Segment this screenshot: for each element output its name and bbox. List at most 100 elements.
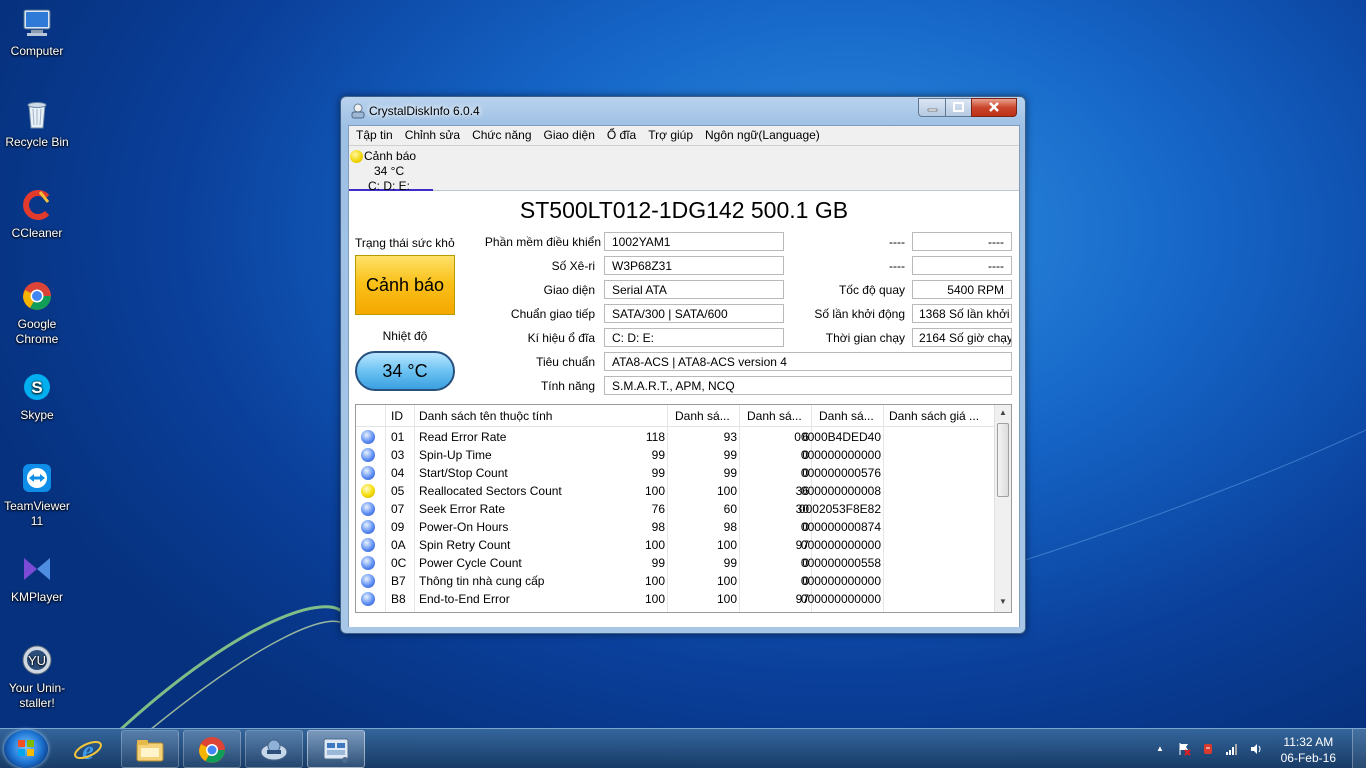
teamviewer-icon: [23, 464, 51, 492]
disk-tab[interactable]: Cảnh báo 34 °C C: D: E:: [349, 146, 433, 193]
scroll-down-icon[interactable]: ▼: [999, 597, 1007, 606]
desktop-icon-label: CCleaner: [11, 226, 63, 240]
cell-current: 100: [644, 538, 665, 552]
desktop-icon-teamviewer[interactable]: TeamViewer 11: [0, 461, 74, 529]
table-row[interactable]: 07 Seek Error Rate 76 60 30 0002053F8E82: [356, 500, 996, 518]
window-client-area: Tập tin Chỉnh sửa Chức năng Giao diện Ổ …: [348, 125, 1020, 627]
table-row[interactable]: 04 Start/Stop Count 99 99 0 000000000576: [356, 464, 996, 482]
good-status-icon: [361, 520, 375, 534]
temperature-badge[interactable]: 34 °C: [355, 351, 455, 391]
cell-current: 100: [644, 574, 665, 588]
desktop-icon-computer[interactable]: Computer: [0, 6, 74, 59]
taskbar-internet-explorer[interactable]: e: [60, 730, 118, 768]
cell-id: 0A: [391, 538, 406, 552]
health-status-badge[interactable]: Cảnh báo: [355, 255, 455, 315]
rotation-rate-field: 5400 RPM: [912, 280, 1012, 299]
column-header-worst[interactable]: Danh sá...: [747, 409, 802, 423]
menu-help[interactable]: Trợ giúp: [643, 126, 700, 145]
table-row[interactable]: 03 Spin-Up Time 99 99 0 000000000000: [356, 446, 996, 464]
cell-raw: 000000000576: [800, 466, 881, 480]
column-header-threshold[interactable]: Danh sá...: [819, 409, 874, 423]
desktop-icon-label: Skype: [20, 408, 54, 422]
maximize-icon: [953, 102, 964, 112]
column-header-name[interactable]: Danh sách tên thuộc tính: [419, 409, 552, 423]
cell-raw: 00000B4DED40: [794, 430, 881, 444]
taskbar-crystaldiskinfo[interactable]: [307, 730, 365, 768]
show-hidden-icons-icon[interactable]: ▲: [1153, 742, 1167, 756]
smart-attribute-table[interactable]: ID Danh sách tên thuộc tính Danh sá... D…: [355, 404, 1012, 613]
cell-current: 99: [651, 448, 665, 462]
table-row[interactable]: 0A Spin Retry Count 100 100 97 000000000000: [356, 536, 996, 554]
menu-function[interactable]: Chức năng: [467, 126, 538, 145]
disk-tab-temp: 34 °C: [374, 164, 405, 178]
menu-edit[interactable]: Chỉnh sửa: [400, 126, 467, 145]
cell-raw: 000000000000: [800, 538, 881, 552]
desktop-icon-recycle-bin[interactable]: Recycle Bin: [0, 97, 74, 150]
crystaldiskinfo-window[interactable]: CrystalDiskInfo 6.0.4 Tập tin Chỉnh sửa …: [340, 96, 1026, 634]
table-row[interactable]: 05 Reallocated Sectors Count 100 100 36 00000…: [356, 482, 996, 500]
menu-bar: Tập tin Chỉnh sửa Chức năng Giao diện Ổ …: [349, 126, 1019, 146]
desktop-icon-skype[interactable]: S Skype: [0, 370, 74, 423]
desktop-icon-uninstaller[interactable]: YU Your Unin-staller!: [0, 643, 74, 711]
table-row[interactable]: 09 Power-On Hours 98 98 0 000000000874: [356, 518, 996, 536]
show-desktop-button[interactable]: [1352, 729, 1366, 768]
disk-model-title: ST500LT012-1DG142 500.1 GB: [519, 197, 849, 223]
svg-text:YU: YU: [28, 653, 46, 668]
menu-theme[interactable]: Giao diện: [539, 126, 602, 145]
desktop-icon-kmplayer[interactable]: KMPlayer: [0, 552, 74, 605]
menu-language[interactable]: Ngôn ngữ(Language): [700, 126, 827, 145]
system-clock[interactable]: 11:32 AM 06-Feb-16: [1281, 734, 1336, 766]
table-row[interactable]: B8 End-to-End Error 100 100 97 000000000000: [356, 590, 996, 608]
maximize-button[interactable]: [945, 98, 972, 117]
cell-id: B8: [391, 592, 406, 606]
taskbar-app[interactable]: [245, 730, 303, 768]
cell-name: Power Cycle Count: [419, 556, 522, 570]
column-header-id[interactable]: ID: [391, 409, 403, 423]
serial-label: Số Xê-ri: [551, 259, 595, 273]
start-button[interactable]: [4, 730, 48, 768]
table-scrollbar[interactable]: ▲ ▼: [994, 405, 1011, 612]
security-icon[interactable]: [1201, 742, 1215, 756]
title-bar[interactable]: CrystalDiskInfo 6.0.4: [341, 97, 1025, 123]
desktop-icon-label: TeamViewer 11: [4, 499, 70, 528]
scroll-thumb[interactable]: [997, 423, 1009, 497]
taskbar-chrome[interactable]: [183, 730, 241, 768]
taskbar-file-explorer[interactable]: [121, 730, 179, 768]
scroll-up-icon[interactable]: ▲: [999, 408, 1007, 417]
health-status-label: Trạng thái sức khỏe: [355, 236, 455, 250]
desktop-icon-chrome[interactable]: Google Chrome: [0, 279, 74, 347]
table-row[interactable]: 01 Read Error Rate 118 93 6 00000B4DED40: [356, 428, 996, 446]
windows-logo-icon: [18, 740, 34, 756]
power-on-hours-label: Thời gian chạy: [825, 331, 905, 345]
column-header-raw[interactable]: Danh sách giá ...: [889, 409, 979, 423]
volume-icon[interactable]: [1249, 742, 1263, 756]
cell-id: 04: [391, 466, 405, 480]
action-center-flag-icon[interactable]: [1177, 742, 1191, 756]
cell-id: 03: [391, 448, 405, 462]
close-button[interactable]: [971, 98, 1017, 117]
cell-worst: 100: [716, 574, 737, 588]
cell-id: B7: [391, 574, 406, 588]
column-header-current[interactable]: Danh sá...: [675, 409, 730, 423]
transfer-mode-label: Chuẩn giao tiếp: [510, 307, 595, 321]
menu-disk[interactable]: Ổ đĩa: [602, 126, 643, 145]
cell-raw: 000000000874: [800, 520, 881, 534]
drive-letter-field: C: D: E:: [604, 328, 784, 347]
menu-file[interactable]: Tập tin: [351, 126, 400, 145]
minimize-button[interactable]: [918, 98, 946, 117]
cell-worst: 99: [723, 448, 737, 462]
table-row[interactable]: B7 Thông tin nhà cung cấp 100 100 0 000000000…: [356, 572, 996, 590]
window-title: CrystalDiskInfo 6.0.4: [369, 104, 480, 118]
desktop-icon-ccleaner[interactable]: CCleaner: [0, 188, 74, 241]
desktop-icon-label: Recycle Bin: [5, 135, 69, 149]
cell-name: Power-On Hours: [419, 520, 509, 534]
cell-name: Read Error Rate: [419, 430, 507, 444]
network-signal-icon[interactable]: [1225, 742, 1239, 756]
internet-explorer-icon: e: [74, 736, 102, 763]
disk-selector-bar: Cảnh báo 34 °C C: D: E:: [349, 146, 1019, 193]
table-row[interactable]: 0C Power Cycle Count 99 99 0 000000000558: [356, 554, 996, 572]
cell-id: 09: [391, 520, 405, 534]
drive-letter-label: Kí hiệu ổ đĩa: [527, 331, 595, 345]
app-icon: [260, 739, 288, 761]
kmplayer-icon: [24, 558, 50, 580]
